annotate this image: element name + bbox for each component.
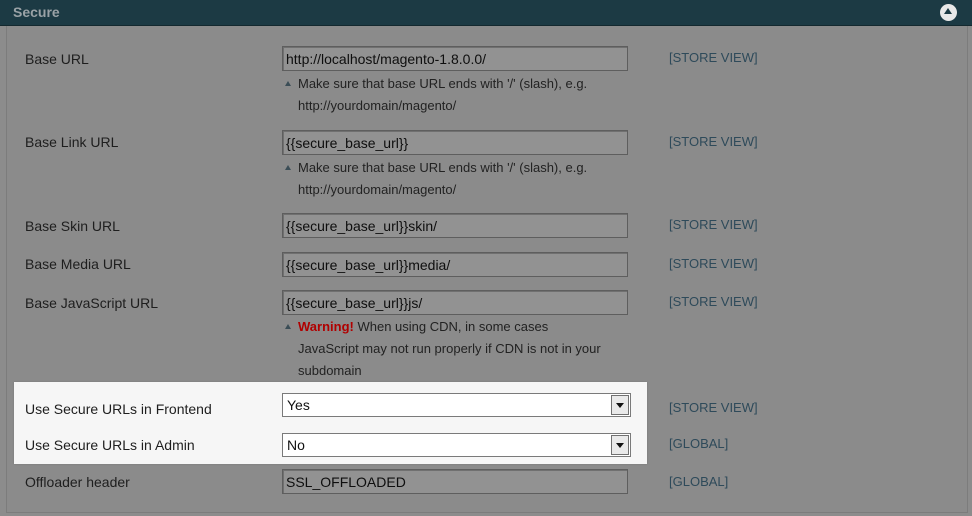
base-skin-url-label: Base Skin URL: [25, 218, 120, 234]
base-link-url-input[interactable]: {{secure_base_url}}: [282, 130, 628, 155]
note-arrow-icon: [285, 165, 291, 170]
secure-frontend-scope: [STORE VIEW]: [669, 400, 758, 415]
base-media-url-scope: [STORE VIEW]: [669, 256, 758, 271]
cdn-warning-note: Warning! When using CDN, in some cases J…: [284, 316, 634, 382]
warning-text: When using CDN, in some cases: [357, 319, 549, 334]
base-media-url-label: Base Media URL: [25, 256, 131, 272]
secure-frontend-select[interactable]: Yes: [282, 393, 631, 417]
base-link-url-note: Make sure that base URL ends with '/' (s…: [284, 157, 634, 201]
offloader-header-label: Offloader header: [25, 474, 130, 490]
collapse-up-icon[interactable]: [940, 4, 957, 21]
dropdown-arrow-icon[interactable]: [611, 435, 629, 455]
base-javascript-url-scope: [STORE VIEW]: [669, 294, 758, 309]
note-line: http://yourdomain/magento/: [298, 182, 457, 197]
section-header[interactable]: Secure: [0, 0, 972, 26]
note-arrow-icon: [285, 324, 291, 329]
note-line: JavaScript may not run properly if CDN i…: [298, 341, 601, 356]
base-link-url-scope: [STORE VIEW]: [669, 134, 758, 149]
section-title: Secure: [13, 4, 60, 20]
base-skin-url-input[interactable]: {{secure_base_url}}skin/: [282, 213, 628, 238]
secure-frontend-label: Use Secure URLs in Frontend: [25, 401, 212, 417]
warning-line: Warning! When using CDN, in some cases: [284, 316, 634, 338]
base-link-url-label: Base Link URL: [25, 134, 119, 150]
note-arrow-icon: [285, 81, 291, 86]
secure-admin-select[interactable]: No: [282, 433, 631, 457]
warning-label: Warning!: [298, 319, 354, 334]
secure-admin-label: Use Secure URLs in Admin: [25, 437, 195, 453]
selected-value: Yes: [287, 397, 310, 413]
dropdown-arrow-icon[interactable]: [611, 395, 629, 415]
base-media-url-input[interactable]: {{secure_base_url}}media/: [282, 252, 628, 277]
base-javascript-url-input[interactable]: {{secure_base_url}}js/: [282, 290, 628, 315]
secure-admin-scope: [GLOBAL]: [669, 436, 729, 451]
base-url-note: Make sure that base URL ends with '/' (s…: [284, 73, 634, 117]
offloader-header-scope: [GLOBAL]: [669, 474, 729, 489]
base-url-scope: [STORE VIEW]: [669, 50, 758, 65]
base-url-input[interactable]: http://localhost/magento-1.8.0.0/: [282, 46, 628, 71]
note-line: subdomain: [298, 363, 362, 378]
selected-value: No: [287, 437, 305, 453]
note-line: http://yourdomain/magento/: [298, 98, 457, 113]
base-url-label: Base URL: [25, 51, 89, 67]
note-line: Make sure that base URL ends with '/' (s…: [298, 160, 588, 175]
base-skin-url-scope: [STORE VIEW]: [669, 217, 758, 232]
offloader-header-input[interactable]: SSL_OFFLOADED: [282, 469, 628, 494]
note-line: Make sure that base URL ends with '/' (s…: [298, 76, 588, 91]
base-javascript-url-label: Base JavaScript URL: [25, 295, 159, 311]
